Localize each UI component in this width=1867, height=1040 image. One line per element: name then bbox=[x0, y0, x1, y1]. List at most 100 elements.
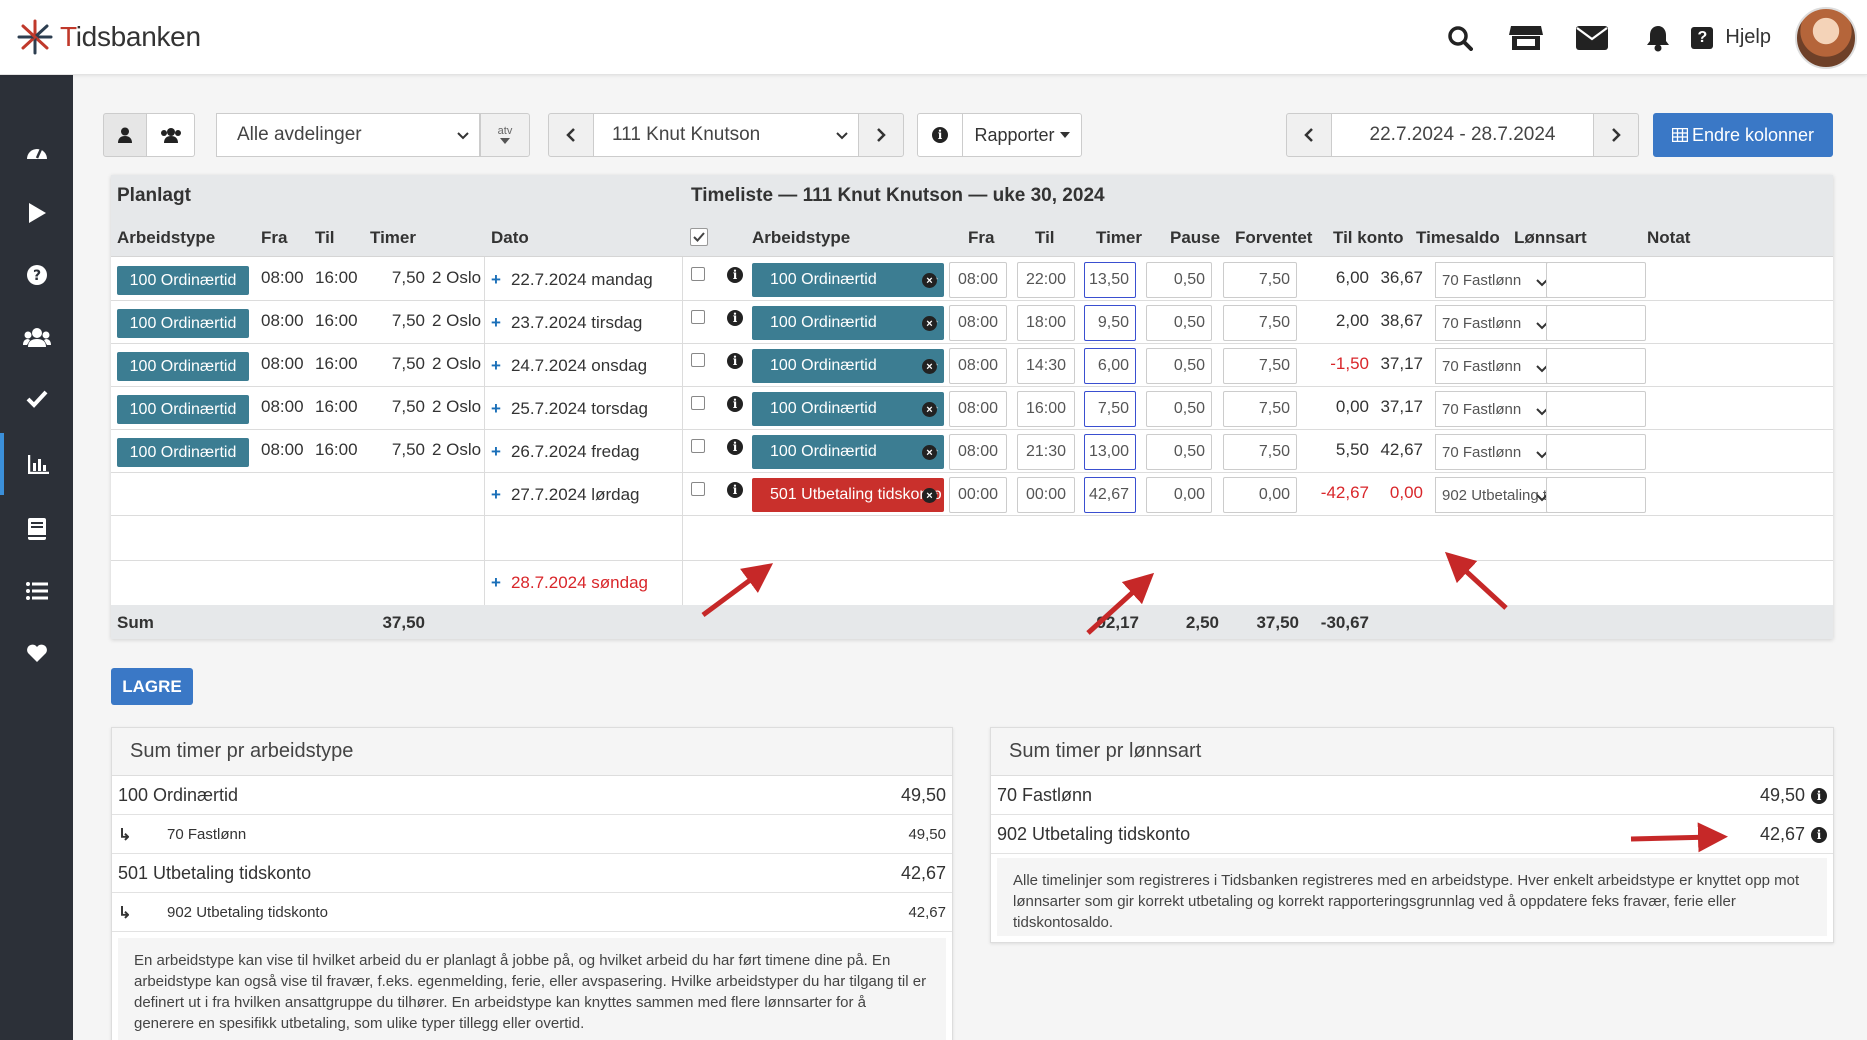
break-input[interactable]: 0,00 bbox=[1146, 477, 1212, 513]
sidebar-item-play[interactable] bbox=[0, 185, 73, 241]
plus-icon[interactable]: + bbox=[491, 442, 501, 461]
bell-icon[interactable] bbox=[1625, 0, 1691, 75]
expected-input[interactable]: 7,50 bbox=[1223, 391, 1297, 427]
break-input[interactable]: 0,50 bbox=[1146, 434, 1212, 470]
worktype-select[interactable]: 100 Ordinærtid bbox=[752, 263, 944, 297]
note-input[interactable] bbox=[1546, 262, 1646, 298]
sidebar-item-docs[interactable] bbox=[0, 501, 73, 557]
row-checkbox[interactable] bbox=[691, 396, 705, 410]
note-input[interactable] bbox=[1546, 391, 1646, 427]
reports-dropdown[interactable]: Rapporter bbox=[962, 113, 1082, 157]
sidebar-item-approve[interactable] bbox=[0, 371, 73, 427]
plus-icon[interactable]: + bbox=[491, 399, 501, 418]
info-icon[interactable]: i bbox=[1811, 827, 1827, 843]
avatar[interactable] bbox=[1795, 6, 1857, 69]
break-input[interactable]: 0,50 bbox=[1146, 305, 1212, 341]
hours-input[interactable]: 42,67 bbox=[1084, 477, 1136, 513]
info-icon[interactable]: i bbox=[727, 353, 743, 369]
select-all-checkbox[interactable] bbox=[690, 228, 708, 246]
single-user-button[interactable] bbox=[103, 113, 147, 157]
info-icon[interactable]: i bbox=[727, 439, 743, 455]
group-button[interactable] bbox=[147, 113, 195, 157]
remove-icon[interactable]: × bbox=[922, 445, 937, 460]
prev-employee-button[interactable] bbox=[548, 113, 594, 157]
break-input[interactable]: 0,50 bbox=[1146, 348, 1212, 384]
info-icon[interactable]: i bbox=[727, 396, 743, 412]
store-icon[interactable] bbox=[1493, 0, 1559, 75]
row-checkbox[interactable] bbox=[691, 482, 705, 496]
sidebar-item-dashboard[interactable] bbox=[0, 123, 73, 179]
from-input[interactable]: 00:00 bbox=[949, 477, 1007, 513]
next-week-button[interactable] bbox=[1593, 113, 1639, 157]
remove-icon[interactable]: × bbox=[922, 402, 937, 417]
sidebar-item-favorites[interactable] bbox=[0, 625, 73, 681]
row-checkbox[interactable] bbox=[691, 439, 705, 453]
row-checkbox[interactable] bbox=[691, 310, 705, 324]
row-date-cell[interactable]: +24.7.2024 onsdag bbox=[491, 356, 647, 376]
sidebar-item-help[interactable]: ? bbox=[0, 247, 73, 303]
row-date-cell[interactable]: +27.7.2024 lørdag bbox=[491, 485, 639, 505]
note-input[interactable] bbox=[1546, 348, 1646, 384]
hours-input[interactable]: 6,00 bbox=[1084, 348, 1136, 384]
paytype-select[interactable]: 70 Fastlønn bbox=[1435, 262, 1555, 298]
date-range-field[interactable]: 22.7.2024 - 28.7.2024 bbox=[1331, 113, 1594, 157]
row-date-cell[interactable]: +25.7.2024 torsdag bbox=[491, 399, 648, 419]
from-input[interactable]: 08:00 bbox=[949, 305, 1007, 341]
worktype-select[interactable]: 100 Ordinærtid bbox=[752, 392, 944, 426]
paytype-select[interactable]: 70 Fastlønn bbox=[1435, 391, 1555, 427]
plus-icon[interactable]: + bbox=[491, 485, 501, 504]
worktype-select[interactable]: 501 Utbetaling tidskonto bbox=[752, 478, 944, 512]
prev-week-button[interactable] bbox=[1286, 113, 1332, 157]
department-select[interactable]: Alle avdelinger bbox=[216, 113, 480, 157]
to-input[interactable]: 21:30 bbox=[1017, 434, 1075, 470]
from-input[interactable]: 08:00 bbox=[949, 434, 1007, 470]
expected-input[interactable]: 7,50 bbox=[1223, 348, 1297, 384]
save-button[interactable]: LAGRE bbox=[111, 668, 193, 705]
paytype-select[interactable]: 70 Fastlønn bbox=[1435, 348, 1555, 384]
remove-icon[interactable]: × bbox=[922, 316, 937, 331]
worktype-select[interactable]: 100 Ordinærtid bbox=[752, 349, 944, 383]
plus-icon[interactable]: + bbox=[491, 573, 501, 592]
search-icon[interactable] bbox=[1427, 0, 1493, 75]
break-input[interactable]: 0,50 bbox=[1146, 391, 1212, 427]
atv-filter-button[interactable]: atv bbox=[480, 113, 530, 157]
plus-icon[interactable]: + bbox=[491, 356, 501, 375]
row-date-cell[interactable]: +26.7.2024 fredag bbox=[491, 442, 640, 462]
expected-input[interactable]: 7,50 bbox=[1223, 262, 1297, 298]
to-input[interactable]: 14:30 bbox=[1017, 348, 1075, 384]
expected-input[interactable]: 0,00 bbox=[1223, 477, 1297, 513]
next-employee-button[interactable] bbox=[858, 113, 904, 157]
paytype-select[interactable]: 70 Fastlønn bbox=[1435, 305, 1555, 341]
info-icon[interactable]: i bbox=[1811, 788, 1827, 804]
to-input[interactable]: 22:00 bbox=[1017, 262, 1075, 298]
hours-input[interactable]: 7,50 bbox=[1084, 391, 1136, 427]
row-checkbox[interactable] bbox=[691, 267, 705, 281]
expected-input[interactable]: 7,50 bbox=[1223, 434, 1297, 470]
from-input[interactable]: 08:00 bbox=[949, 262, 1007, 298]
hours-input[interactable]: 13,00 bbox=[1084, 434, 1136, 470]
worktype-select[interactable]: 100 Ordinærtid bbox=[752, 306, 944, 340]
info-button[interactable]: i bbox=[917, 113, 963, 157]
plus-icon[interactable]: + bbox=[491, 313, 501, 332]
sidebar-item-list[interactable] bbox=[0, 563, 73, 619]
paytype-select[interactable]: 70 Fastlønn bbox=[1435, 434, 1555, 470]
to-input[interactable]: 00:00 bbox=[1017, 477, 1075, 513]
sidebar-item-reports[interactable] bbox=[0, 433, 73, 495]
info-icon[interactable]: i bbox=[727, 482, 743, 498]
to-input[interactable]: 16:00 bbox=[1017, 391, 1075, 427]
row-date-cell[interactable]: +23.7.2024 tirsdag bbox=[491, 313, 642, 333]
hours-input[interactable]: 9,50 bbox=[1084, 305, 1136, 341]
sidebar-item-users[interactable] bbox=[0, 309, 73, 365]
note-input[interactable] bbox=[1546, 305, 1646, 341]
note-input[interactable] bbox=[1546, 434, 1646, 470]
from-input[interactable]: 08:00 bbox=[949, 348, 1007, 384]
expected-input[interactable]: 7,50 bbox=[1223, 305, 1297, 341]
remove-icon[interactable]: × bbox=[922, 273, 937, 288]
paytype-select[interactable]: 902 Utbetaling tidskonto bbox=[1435, 477, 1555, 513]
remove-icon[interactable]: × bbox=[922, 359, 937, 374]
info-icon[interactable]: i bbox=[727, 310, 743, 326]
plus-icon[interactable]: + bbox=[491, 270, 501, 289]
help-button[interactable]: ? Hjelp bbox=[1691, 26, 1771, 49]
row-checkbox[interactable] bbox=[691, 353, 705, 367]
employee-select[interactable]: 111 Knut Knutson bbox=[593, 113, 859, 157]
